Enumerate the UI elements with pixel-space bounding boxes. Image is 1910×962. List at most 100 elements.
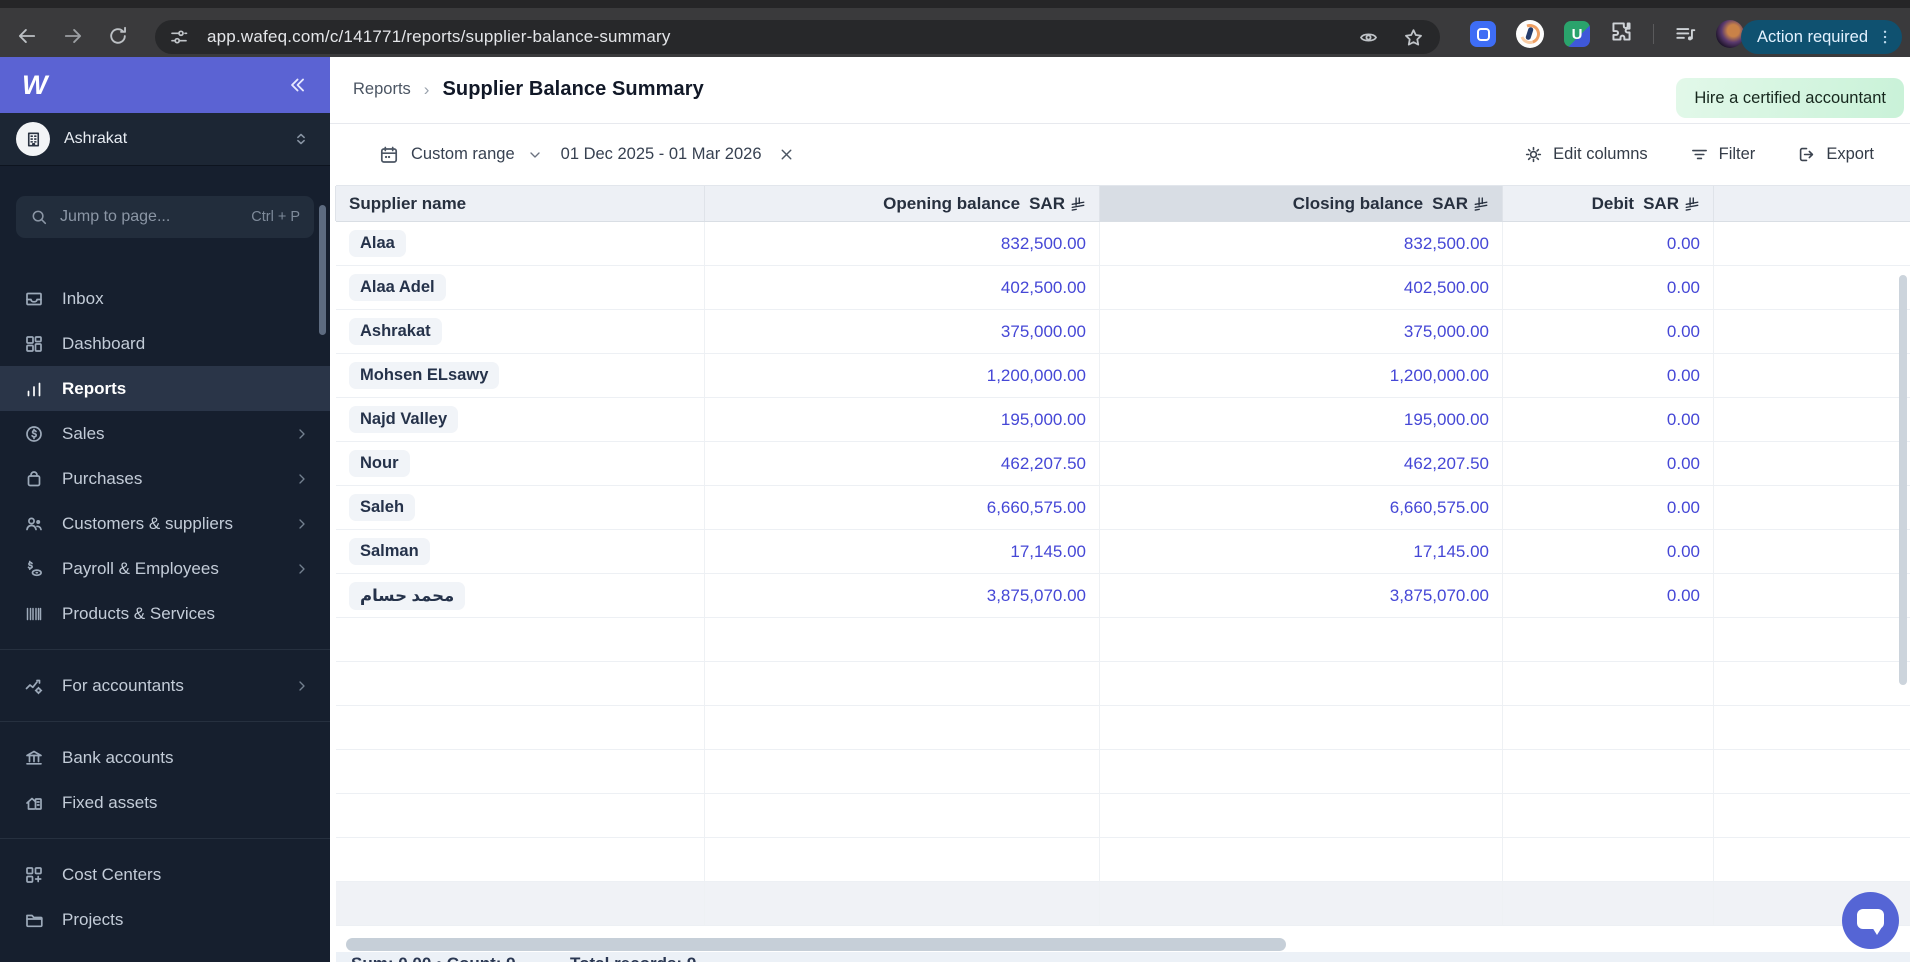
supplier-name-cell[interactable]: Najd Valley	[336, 398, 705, 441]
supplier-name-cell[interactable]: Nour	[336, 442, 705, 485]
opening-balance-cell[interactable]: 402,500.00	[705, 266, 1100, 309]
table-row[interactable]: Alaa Adel 402,500.00 402,500.00 0.00	[336, 266, 1910, 310]
range-type-label[interactable]: Custom range	[411, 145, 515, 164]
sidebar-item-inbox[interactable]: Inbox	[0, 276, 330, 321]
sidebar-item-projects[interactable]: Projects	[0, 897, 330, 942]
opening-balance-cell[interactable]: 17,145.00	[705, 530, 1100, 573]
sidebar-item-customers-suppliers[interactable]: Customers & suppliers	[0, 501, 330, 546]
table-row[interactable]: Nour 462,207.50 462,207.50 0.00	[336, 442, 1910, 486]
forward-icon[interactable]	[62, 25, 84, 47]
closing-balance-cell[interactable]: 462,207.50	[1100, 442, 1503, 485]
preview-eye-icon[interactable]	[1358, 27, 1379, 48]
supplier-name-cell[interactable]: محمد حسام	[336, 574, 705, 617]
table-row[interactable]: Mohsen ELsawy 1,200,000.00 1,200,000.00 …	[336, 354, 1910, 398]
chevron-down-icon[interactable]	[527, 147, 543, 163]
sidebar-item-bank-accounts[interactable]: Bank accounts	[0, 735, 330, 780]
url-text[interactable]: app.wafeq.com/c/141771/reports/supplier-…	[207, 27, 1358, 47]
closing-balance-cell[interactable]: 1,200,000.00	[1100, 354, 1503, 397]
opening-balance-cell[interactable]: 462,207.50	[705, 442, 1100, 485]
back-icon[interactable]	[16, 25, 38, 47]
sidebar-item-for-accountants[interactable]: For accountants	[0, 663, 330, 708]
action-required-button[interactable]: Action required	[1741, 20, 1902, 54]
extension-circle-icon[interactable]	[1516, 20, 1544, 48]
debit-cell[interactable]: 0.00	[1503, 266, 1714, 309]
company-selector[interactable]: Ashrakat	[0, 113, 330, 166]
sidebar-scrollbar-thumb[interactable]	[319, 205, 326, 335]
table-row[interactable]: Saleh 6,660,575.00 6,660,575.00 0.00	[336, 486, 1910, 530]
sidebar-item-purchases[interactable]: Purchases	[0, 456, 330, 501]
supplier-name-cell[interactable]: Saleh	[336, 486, 705, 529]
opening-balance-cell[interactable]: 1,200,000.00	[705, 354, 1100, 397]
bookmark-star-icon[interactable]	[1403, 27, 1424, 48]
reload-icon[interactable]	[107, 25, 129, 47]
table-row[interactable]: Ashrakat 375,000.00 375,000.00 0.00	[336, 310, 1910, 354]
jump-to-page-search[interactable]: Jump to page... Ctrl + P	[16, 196, 314, 238]
extension-green-icon[interactable]: U	[1564, 21, 1590, 47]
reading-list-icon[interactable]	[1674, 23, 1696, 45]
opening-balance-cell[interactable]: 195,000.00	[705, 398, 1100, 441]
table-body: Alaa 832,500.00 832,500.00 0.00 Alaa Ade…	[336, 222, 1910, 882]
browser-profile-avatar[interactable]	[1716, 20, 1744, 48]
closing-balance-cell[interactable]: 195,000.00	[1100, 398, 1503, 441]
debit-cell[interactable]: 0.00	[1503, 354, 1714, 397]
debit-cell[interactable]: 0.00	[1503, 310, 1714, 353]
closing-balance-cell[interactable]: 3,875,070.00	[1100, 574, 1503, 617]
debit-cell[interactable]: 0.00	[1503, 530, 1714, 573]
browser-menu-kebab-icon[interactable]	[1876, 28, 1894, 46]
company-switch-icon[interactable]	[292, 130, 310, 148]
supplier-name-cell[interactable]: Salman	[336, 530, 705, 573]
breadcrumb-reports-link[interactable]: Reports	[353, 80, 411, 99]
closing-balance-cell[interactable]: 402,500.00	[1100, 266, 1503, 309]
debit-cell[interactable]: 0.00	[1503, 442, 1714, 485]
debit-cell[interactable]: 0.00	[1503, 486, 1714, 529]
sidebar-item-dashboard[interactable]: Dashboard	[0, 321, 330, 366]
supplier-name-cell[interactable]: Ashrakat	[336, 310, 705, 353]
opening-balance-cell[interactable]: 6,660,575.00	[705, 486, 1100, 529]
table-row[interactable]: محمد حسام 3,875,070.00 3,875,070.00 0.00	[336, 574, 1910, 618]
clear-range-icon[interactable]	[778, 146, 795, 163]
closing-balance-cell[interactable]: 17,145.00	[1100, 530, 1503, 573]
extension-blue-icon[interactable]	[1470, 21, 1496, 47]
sidebar-item-payroll-employees[interactable]: Payroll & Employees	[0, 546, 330, 591]
edit-columns-button[interactable]: Edit columns	[1524, 145, 1648, 164]
sidebar-collapse-icon[interactable]	[286, 74, 308, 96]
sidebar-item-cost-centers[interactable]: Cost Centers	[0, 852, 330, 897]
column-header-opening-balance[interactable]: Opening balance SAR	[704, 186, 1100, 221]
opening-balance-cell[interactable]: 3,875,070.00	[705, 574, 1100, 617]
filter-button[interactable]: Filter	[1690, 145, 1755, 164]
closing-balance-cell[interactable]: 832,500.00	[1100, 222, 1503, 265]
extensions-puzzle-icon[interactable]	[1610, 20, 1633, 48]
sidebar-item-sales[interactable]: Sales	[0, 411, 330, 456]
filler-cell	[1714, 574, 1910, 617]
table-row[interactable]: Salman 17,145.00 17,145.00 0.00	[336, 530, 1910, 574]
supplier-name-cell[interactable]: Mohsen ELsawy	[336, 354, 705, 397]
table-row[interactable]: Najd Valley 195,000.00 195,000.00 0.00	[336, 398, 1910, 442]
column-header-debit[interactable]: Debit SAR	[1502, 186, 1714, 221]
vertical-scrollbar-thumb[interactable]	[1899, 275, 1907, 685]
column-header-supplier-name[interactable]: Supplier name	[335, 186, 705, 221]
sidebar-item-fixed-assets[interactable]: Fixed assets	[0, 780, 330, 825]
date-range-filter[interactable]: Custom range 01 Dec 2025 - 01 Mar 2026	[379, 124, 795, 185]
range-value[interactable]: 01 Dec 2025 - 01 Mar 2026	[561, 145, 762, 164]
sar-currency-icon	[1070, 196, 1086, 212]
hire-accountant-button[interactable]: Hire a certified accountant	[1676, 78, 1904, 118]
sidebar-item-reports[interactable]: Reports	[0, 366, 330, 411]
horizontal-scrollbar-thumb[interactable]	[346, 938, 1286, 951]
closing-balance-cell[interactable]: 375,000.00	[1100, 310, 1503, 353]
address-bar[interactable]: app.wafeq.com/c/141771/reports/supplier-…	[155, 20, 1440, 54]
chat-launcher-button[interactable]	[1842, 892, 1899, 949]
export-button[interactable]: Export	[1797, 145, 1874, 164]
closing-balance-cell[interactable]: 6,660,575.00	[1100, 486, 1503, 529]
debit-cell[interactable]: 0.00	[1503, 222, 1714, 265]
supplier-name-cell[interactable]: Alaa	[336, 222, 705, 265]
column-header-closing-balance[interactable]: Closing balance SAR	[1099, 186, 1503, 221]
site-info-icon[interactable]	[169, 27, 189, 47]
sidebar-item-products-services[interactable]: Products & Services	[0, 591, 330, 636]
debit-cell[interactable]: 0.00	[1503, 398, 1714, 441]
debit-cell[interactable]: 0.00	[1503, 574, 1714, 617]
opening-balance-cell[interactable]: 375,000.00	[705, 310, 1100, 353]
supplier-name-cell[interactable]: Alaa Adel	[336, 266, 705, 309]
opening-balance-cell[interactable]: 832,500.00	[705, 222, 1100, 265]
table-row[interactable]: Alaa 832,500.00 832,500.00 0.00	[336, 222, 1910, 266]
edit-columns-label: Edit columns	[1553, 145, 1648, 163]
